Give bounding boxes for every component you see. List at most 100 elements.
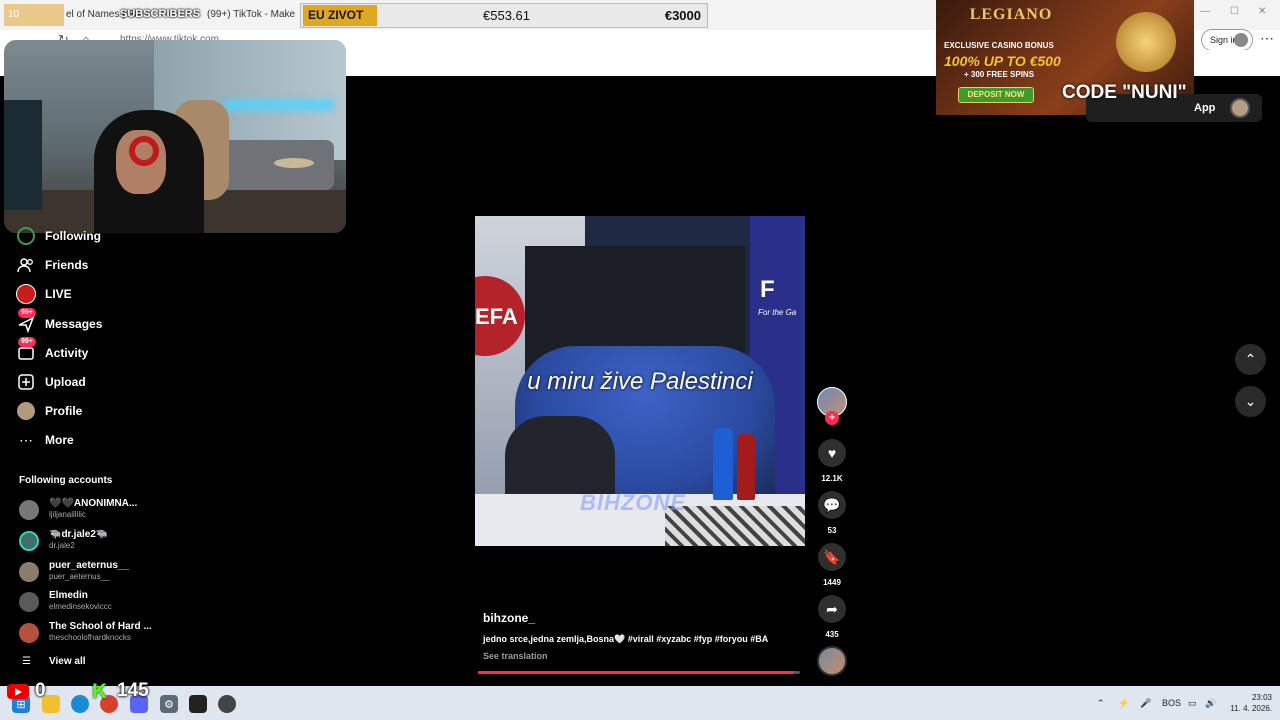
ad-line1: EXCLUSIVE CASINO BONUS	[944, 41, 1054, 50]
profile-avatar	[16, 401, 36, 421]
sidebar-item-label: Following	[45, 229, 101, 243]
browser-menu-icon[interactable]: ⋯	[1260, 30, 1274, 47]
edge-icon[interactable]	[71, 695, 89, 713]
upload-icon	[16, 372, 36, 392]
previous-video-button[interactable]: ⌃	[1235, 344, 1266, 375]
network-icon[interactable]: ⚡	[1118, 698, 1129, 709]
ad-brand: LEGIANO	[969, 6, 1053, 23]
more-icon: ⋯	[19, 431, 33, 448]
display-icon[interactable]: ▭	[1188, 698, 1197, 709]
user-avatar[interactable]	[1230, 98, 1250, 118]
ad-deposit-button[interactable]: DEPOSIT NOW	[958, 87, 1034, 103]
video-table-pattern	[665, 506, 805, 546]
volume-icon[interactable]: 🔊	[1205, 698, 1216, 709]
following-account[interactable]: The School of Hard ... theschoolofhardkn…	[19, 621, 219, 647]
clock-date: 11. 4. 2026.	[1230, 704, 1272, 713]
list-icon: ☰	[22, 656, 31, 667]
webcam-overlay	[4, 40, 346, 233]
donation-goal-bar: EU ZIVOT €553.61 €3000	[300, 3, 708, 28]
video-author[interactable]: bihzone_	[483, 611, 535, 625]
sign-in-button[interactable]: Sign in	[1201, 29, 1253, 51]
friends-icon	[16, 255, 36, 275]
view-all-link[interactable]: View all	[49, 656, 86, 667]
kick-viewer-count: 145	[117, 680, 149, 701]
activity-badge: 99+	[18, 337, 36, 347]
headphones-icon	[129, 136, 159, 166]
following-account[interactable]: 🖤🖤ANONIMNA... ljiljanalililic	[19, 498, 219, 524]
follow-plus-icon[interactable]: +	[825, 411, 839, 425]
kick-logo-icon: K	[92, 680, 108, 703]
youtube-viewer-count: 0	[35, 680, 46, 701]
ad-line3: + 300 FREE SPINS	[964, 70, 1035, 79]
sidebar-item-label: More	[45, 433, 74, 447]
subscriber-count-overlay: 10	[4, 4, 64, 26]
save-button[interactable]: 🔖	[818, 543, 846, 571]
video-watermark: BIHZONE	[580, 490, 686, 515]
sidebar-item-label: Activity	[45, 346, 89, 360]
like-count: 12.1K	[821, 474, 843, 483]
sidebar-item-following[interactable]: Following	[16, 224, 101, 248]
profile-icon	[1234, 33, 1248, 47]
comment-icon: 💬	[823, 496, 841, 513]
sidebar-item-profile[interactable]: Profile	[16, 399, 82, 423]
donation-label: EU ZIVOT	[303, 5, 377, 26]
heart-icon: ♥	[827, 445, 837, 461]
video-uefa-text: EFA	[475, 304, 518, 329]
sidebar-item-label: Profile	[45, 404, 83, 418]
account-handle: ljiljanalililic	[49, 510, 86, 519]
app-icon[interactable]	[218, 695, 236, 713]
microphone-icon[interactable]: 🎤	[1140, 698, 1151, 709]
following-account[interactable]: 🐃dr.jale2🐃 dr.jale2	[19, 529, 219, 555]
tray-expand-icon[interactable]: ⌃	[1097, 698, 1105, 709]
close-icon[interactable]: ✕	[1258, 6, 1266, 17]
account-handle: dr.jale2	[49, 541, 75, 550]
following-account[interactable]: puer_aeternus__ puer_aeternus__	[19, 560, 219, 586]
share-count: 435	[825, 630, 839, 639]
following-account[interactable]: Elmedin elmedinsekoviccc	[19, 590, 219, 616]
sidebar-item-activity[interactable]: 99+ Activity	[16, 337, 89, 365]
music-disc-icon[interactable]	[817, 646, 847, 676]
save-count: 1449	[823, 578, 841, 587]
browser-tab-tiktok[interactable]: (99+) TikTok - Make Your	[207, 4, 297, 26]
sidebar-item-label: Upload	[45, 375, 86, 389]
chevron-down-icon: ⌄	[1244, 393, 1257, 409]
system-clock[interactable]: 23:03 11. 4. 2026.	[1226, 692, 1272, 714]
sidebar-item-label: Messages	[45, 317, 103, 331]
comment-button[interactable]: 💬	[818, 491, 846, 519]
bookmark-icon: 🔖	[823, 548, 841, 565]
promo-code-overlay: CODE "NUNI"	[1062, 82, 1187, 103]
maximize-icon[interactable]: ☐	[1230, 6, 1239, 17]
sidebar-item-live[interactable]: LIVE	[16, 282, 72, 306]
sidebar-item-friends[interactable]: Friends	[16, 253, 88, 277]
account-name: 🖤🖤ANONIMNA...	[49, 498, 138, 509]
video-progress-bar[interactable]	[478, 671, 800, 674]
video-bottle-blue	[713, 428, 733, 500]
donation-current: €553.61	[483, 8, 530, 23]
see-translation-link[interactable]: See translation	[483, 651, 548, 661]
sidebar-item-upload[interactable]: Upload	[16, 370, 86, 394]
messages-badge: 99+	[18, 308, 36, 318]
video-description: jedno srce,jedna zemlja,Bosna🤍 #virall #…	[483, 634, 769, 644]
sidebar-item-label: LIVE	[45, 287, 72, 301]
sidebar-item-label: Friends	[45, 258, 89, 272]
language-indicator[interactable]: BOS	[1162, 698, 1181, 708]
sidebar-item-messages[interactable]: 99+ Messages	[16, 308, 103, 336]
obs-icon[interactable]	[189, 695, 207, 713]
next-video-button[interactable]: ⌄	[1235, 386, 1266, 417]
video-banner-subtext: For the Ga	[758, 308, 797, 317]
share-button[interactable]: ➦	[818, 595, 846, 623]
sidebar-item-more[interactable]: ⋯ More	[16, 428, 74, 452]
clock-time: 23:03	[1251, 693, 1272, 702]
messages-icon: 99+	[16, 308, 36, 334]
webcam-monitor	[4, 100, 42, 210]
minimize-icon[interactable]: —	[1200, 6, 1210, 17]
like-button[interactable]: ♥	[818, 439, 846, 467]
get-app-button[interactable]: App	[1194, 102, 1215, 114]
account-name: Elmedin	[49, 590, 88, 601]
ad-coin-illustration	[1116, 12, 1176, 72]
settings-icon[interactable]: ⚙	[160, 695, 178, 713]
ad-line2: 100% UP TO €500	[944, 53, 1061, 69]
donation-goal: €3000	[664, 8, 701, 23]
account-handle: theschoolofhardknocks	[49, 633, 131, 642]
subscribers-overlay-label: SUBSCRIBERS	[120, 8, 201, 20]
